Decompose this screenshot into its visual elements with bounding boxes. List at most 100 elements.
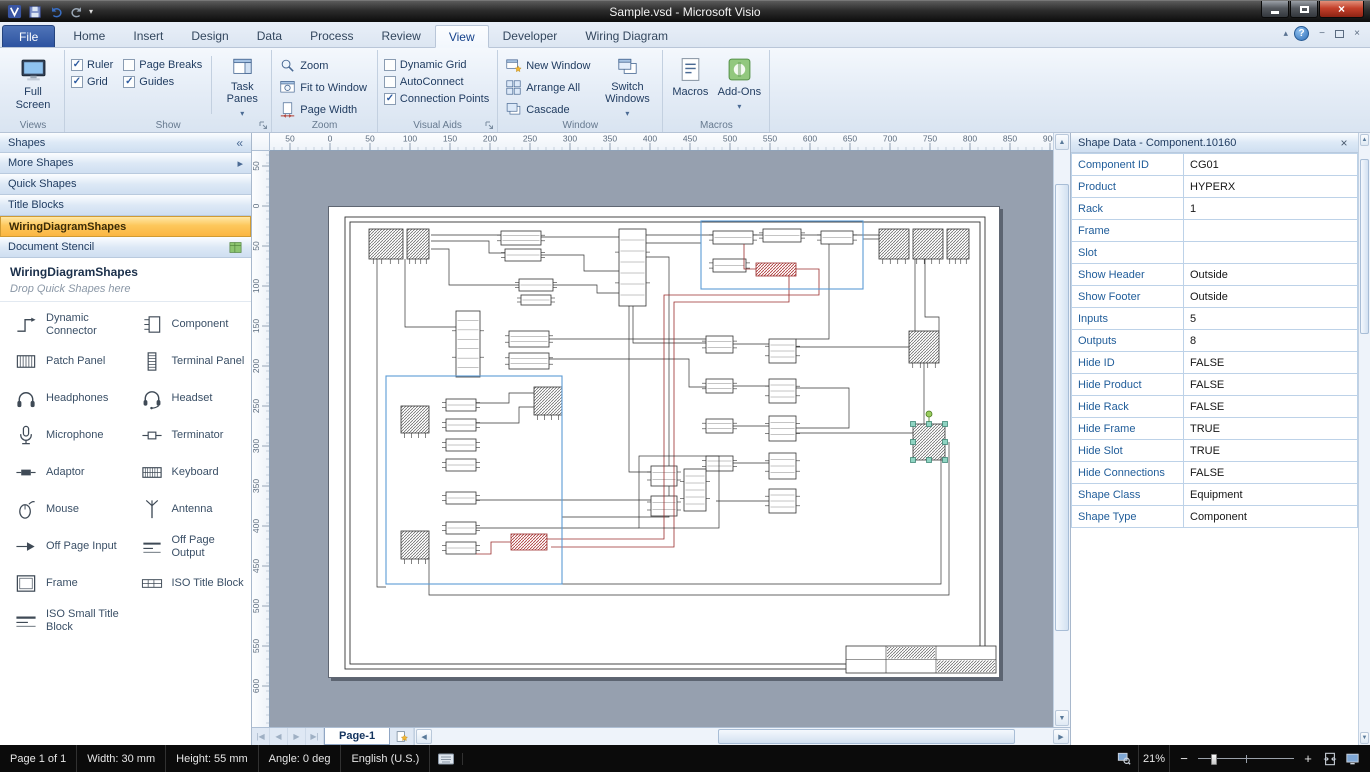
checkbox-box-icon[interactable] — [384, 76, 396, 88]
language-indicator[interactable]: English (U.S.) — [341, 745, 430, 772]
fit-page-button[interactable] — [1322, 750, 1338, 768]
language-keyboard-button[interactable] — [430, 753, 463, 765]
add-ons-button[interactable]: Add-Ons ▾ — [713, 52, 765, 118]
checkbox-box-icon[interactable]: ✓ — [71, 59, 83, 71]
shape-data-value[interactable]: CG01 — [1184, 154, 1358, 176]
customize-quick-access-icon[interactable]: ▾ — [89, 7, 99, 16]
scroll-thumb[interactable] — [1055, 184, 1069, 630]
collapse-panel-icon[interactable]: « — [236, 136, 243, 150]
tab-wiring-diagram[interactable]: Wiring Diagram — [571, 25, 682, 47]
arrange-all-button[interactable]: Arrange All — [502, 77, 596, 98]
stencil-shape-iso-small-title-block[interactable]: ISO Small Title Block — [0, 602, 126, 639]
horizontal-scrollbar[interactable]: ◀ ▶ — [414, 728, 1070, 745]
scroll-up-icon[interactable]: ▲ — [1360, 134, 1369, 146]
wiring-diagram[interactable] — [329, 207, 1001, 679]
stencil-shape-headset[interactable]: Headset — [126, 380, 252, 417]
minimize-button[interactable] — [1261, 1, 1289, 18]
undo-icon[interactable] — [47, 3, 65, 21]
checkbox-box-icon[interactable]: ✓ — [71, 76, 83, 88]
zoom-out-button[interactable]: − — [1176, 750, 1192, 768]
stencil-shape-dynamic-connector[interactable]: Dynamic Connector — [0, 306, 126, 343]
dialog-launcher-icon[interactable] — [258, 120, 269, 131]
scroll-left-icon[interactable]: ◀ — [416, 729, 432, 744]
minimize-ribbon-icon[interactable]: ▴ — [1283, 28, 1288, 39]
stencil-shape-headphones[interactable]: Headphones — [0, 380, 126, 417]
checkbox-page-breaks[interactable]: Page Breaks — [121, 56, 206, 73]
page-width-button[interactable]: Page Width — [276, 99, 373, 120]
doc-minimize-icon[interactable]: − — [1315, 28, 1329, 39]
stencil-shape-iso-title-block[interactable]: ISO Title Block — [126, 565, 252, 602]
close-icon[interactable]: × — [1337, 136, 1351, 150]
checkbox-box-icon[interactable]: ✓ — [123, 76, 135, 88]
checkbox-box-icon[interactable] — [123, 59, 135, 71]
fit-to-window-button[interactable]: Fit to Window — [276, 77, 373, 98]
redo-icon[interactable] — [68, 3, 86, 21]
page-tab-page-1[interactable]: Page-1 — [324, 728, 390, 745]
stencil-shape-microphone[interactable]: Microphone — [0, 417, 126, 454]
switch-windows-button[interactable]: Switch Windows ▾ — [596, 52, 658, 118]
doc-close-icon[interactable]: × — [1350, 28, 1364, 39]
stencil-section-wiringdiagramshapes[interactable]: WiringDiagramShapes — [0, 216, 251, 237]
help-icon[interactable]: ? — [1294, 26, 1309, 41]
shape-data-value[interactable] — [1184, 220, 1358, 242]
checkbox-connection-points[interactable]: ✓Connection Points — [382, 90, 493, 107]
slider-thumb[interactable] — [1211, 754, 1217, 765]
vertical-scrollbar[interactable]: ▲ ▼ — [1053, 133, 1070, 727]
scroll-track[interactable] — [433, 728, 1052, 745]
shape-data-value[interactable]: HYPERX — [1184, 176, 1358, 198]
stencil-section-document-stencil[interactable]: Document Stencil — [0, 237, 251, 258]
next-page-button[interactable]: ▶ — [288, 728, 306, 745]
drawing-page[interactable] — [328, 206, 1000, 678]
stencil-shape-keyboard[interactable]: Keyboard — [126, 454, 252, 491]
cascade-button[interactable]: Cascade — [502, 99, 596, 120]
shape-data-value[interactable]: FALSE — [1184, 374, 1358, 396]
stencil-shape-off-page-input[interactable]: Off Page Input — [0, 528, 126, 565]
zoom-in-button[interactable]: + — [1300, 750, 1316, 768]
checkbox-dynamic-grid[interactable]: Dynamic Grid — [382, 56, 493, 73]
close-button[interactable]: × — [1319, 1, 1364, 18]
save-icon[interactable] — [26, 3, 44, 21]
tab-file[interactable]: File — [2, 25, 55, 47]
shape-data-value[interactable]: Outside — [1184, 286, 1358, 308]
task-panes-button[interactable]: Task Panes ▾ — [217, 52, 267, 118]
checkbox-box-icon[interactable]: ✓ — [384, 93, 396, 105]
tab-home[interactable]: Home — [59, 25, 119, 47]
scroll-track[interactable] — [1054, 151, 1070, 709]
scroll-thumb[interactable] — [1360, 159, 1369, 334]
checkbox-grid[interactable]: ✓Grid — [69, 73, 117, 90]
stencil-section-title-blocks[interactable]: Title Blocks — [0, 195, 251, 216]
zoom-slider[interactable] — [1198, 752, 1294, 766]
stencil-shape-mouse[interactable]: Mouse — [0, 491, 126, 528]
scroll-right-icon[interactable]: ▶ — [1053, 729, 1069, 744]
scroll-track[interactable] — [1359, 147, 1370, 731]
scroll-down-icon[interactable]: ▼ — [1055, 710, 1069, 726]
full-screen-button[interactable]: Full Screen — [6, 52, 60, 118]
shape-data-value[interactable]: TRUE — [1184, 440, 1358, 462]
stencil-shape-terminator[interactable]: Terminator — [126, 417, 252, 454]
tab-developer[interactable]: Developer — [489, 25, 572, 47]
stencil-shape-off-page-output[interactable]: Off Page Output — [126, 528, 252, 565]
tab-review[interactable]: Review — [367, 25, 434, 47]
shape-data-value[interactable]: Equipment — [1184, 484, 1358, 506]
drawing-canvas[interactable] — [270, 151, 1053, 727]
dialog-launcher-icon[interactable] — [484, 120, 495, 131]
shape-data-value[interactable]: Component — [1184, 506, 1358, 528]
width-indicator[interactable]: Width: 30 mm — [77, 745, 166, 772]
shape-data-value[interactable]: FALSE — [1184, 462, 1358, 484]
tab-data[interactable]: Data — [243, 25, 296, 47]
stencil-shape-patch-panel[interactable]: Patch Panel — [0, 343, 126, 380]
scroll-down-icon[interactable]: ▼ — [1360, 732, 1369, 744]
shape-data-value[interactable]: FALSE — [1184, 396, 1358, 418]
page-indicator[interactable]: Page 1 of 1 — [0, 745, 77, 772]
maximize-button[interactable] — [1290, 1, 1318, 18]
pan-zoom-window-button[interactable] — [1116, 750, 1132, 768]
tab-view[interactable]: View — [435, 25, 489, 48]
angle-indicator[interactable]: Angle: 0 deg — [259, 745, 342, 772]
shapes-panel-header[interactable]: Shapes « — [0, 133, 251, 153]
macros-button[interactable]: Macros — [667, 52, 713, 118]
shape-data-value[interactable] — [1184, 242, 1358, 264]
visio-app-icon[interactable] — [5, 3, 23, 21]
insert-page-button[interactable] — [390, 728, 414, 745]
shape-data-header[interactable]: Shape Data - Component.10160 × — [1071, 133, 1358, 153]
stencil-shape-adaptor[interactable]: Adaptor — [0, 454, 126, 491]
